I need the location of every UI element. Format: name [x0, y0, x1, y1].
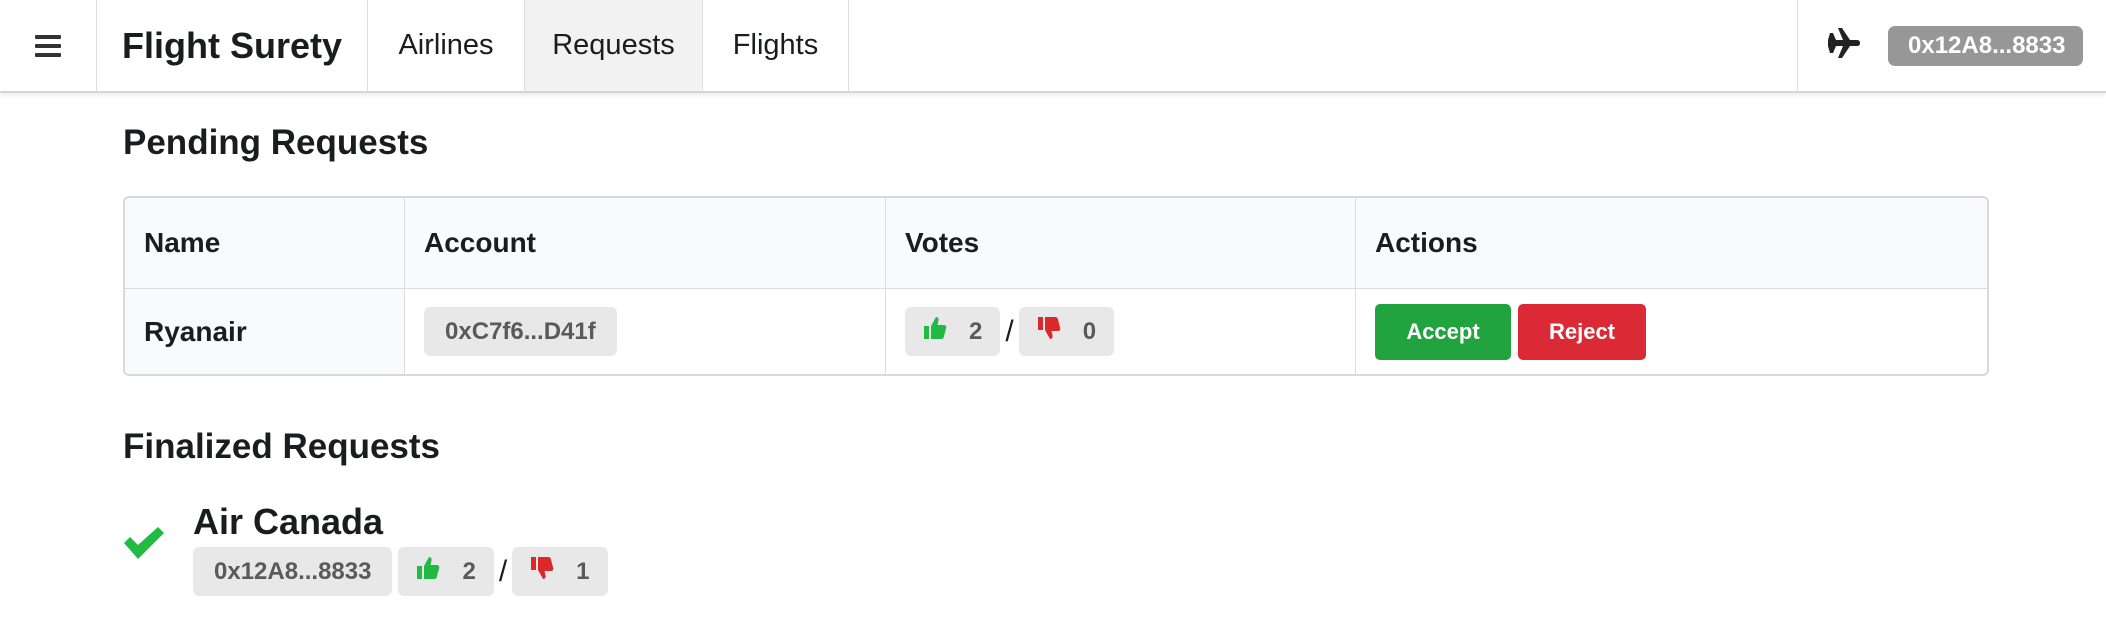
finalized-request-details: 0x12A8...8833 2 / 1: [193, 547, 608, 596]
nav-item-flights[interactable]: Flights: [703, 0, 849, 91]
downvote-count: 1: [576, 557, 590, 585]
pending-requests-table: Name Account Votes Actions Ryanair 0xC7f…: [123, 196, 1989, 376]
request-name: Ryanair: [125, 289, 405, 374]
top-menu: Flight Surety Airlines Requests Flights …: [0, 0, 2106, 93]
table-row: Ryanair 0xC7f6...D41f 2 / 0 Accept Rejec…: [125, 289, 1987, 374]
account-label: 0xC7f6...D41f: [424, 307, 617, 356]
account-badge[interactable]: 0x12A8...8833: [1888, 25, 2084, 66]
column-header-account: Account: [405, 198, 886, 288]
menu-spacer: [849, 0, 1797, 91]
thumbs-down-icon: [530, 556, 554, 587]
hamburger-icon: [35, 34, 61, 57]
column-header-actions: Actions: [1375, 227, 1478, 258]
plane-icon: [1826, 28, 1860, 63]
app-title[interactable]: Flight Surety: [97, 0, 368, 91]
table-header: Name Account Votes Actions: [125, 198, 1987, 289]
account-area: 0x12A8...8833: [1797, 0, 2106, 91]
downvote-label: 1: [512, 547, 608, 596]
thumbs-down-icon: [1037, 316, 1061, 347]
checkmark-icon: [122, 526, 166, 596]
votes-cell: 2 / 0: [886, 289, 1356, 374]
upvote-count: 2: [969, 317, 983, 345]
upvote-label: 2: [905, 307, 1001, 356]
actions-cell: Accept Reject: [1356, 289, 1987, 374]
finalized-requests-heading: Finalized Requests: [123, 427, 441, 466]
thumbs-up-icon: [923, 316, 947, 347]
reject-button[interactable]: Reject: [1518, 303, 1646, 360]
vote-separator: /: [1005, 314, 1014, 348]
account-label: 0x12A8...8833: [193, 547, 393, 596]
account-cell: 0xC7f6...D41f: [405, 289, 886, 374]
upvote-label: 2: [398, 547, 494, 596]
pending-requests-heading: Pending Requests: [123, 123, 429, 162]
nav-item-requests[interactable]: Requests: [525, 0, 703, 91]
finalized-request-name: Air Canada: [193, 501, 384, 542]
menu-toggle-button[interactable]: [0, 0, 97, 91]
nav-item-airlines[interactable]: Airlines: [368, 0, 525, 91]
thumbs-up-icon: [416, 556, 440, 587]
accept-button[interactable]: Accept: [1375, 303, 1511, 360]
column-header-votes: Votes: [886, 198, 1356, 288]
column-header-name: Name: [125, 198, 405, 288]
vote-separator: /: [498, 554, 508, 588]
upvote-count: 2: [462, 557, 476, 585]
downvote-count: 0: [1082, 317, 1097, 345]
list-item: Air Canada 0x12A8...8833 2 / 1: [122, 500, 608, 596]
downvote-label: 0: [1018, 307, 1115, 356]
finalized-request-content: Air Canada 0x12A8...8833 2 / 1: [193, 500, 608, 596]
